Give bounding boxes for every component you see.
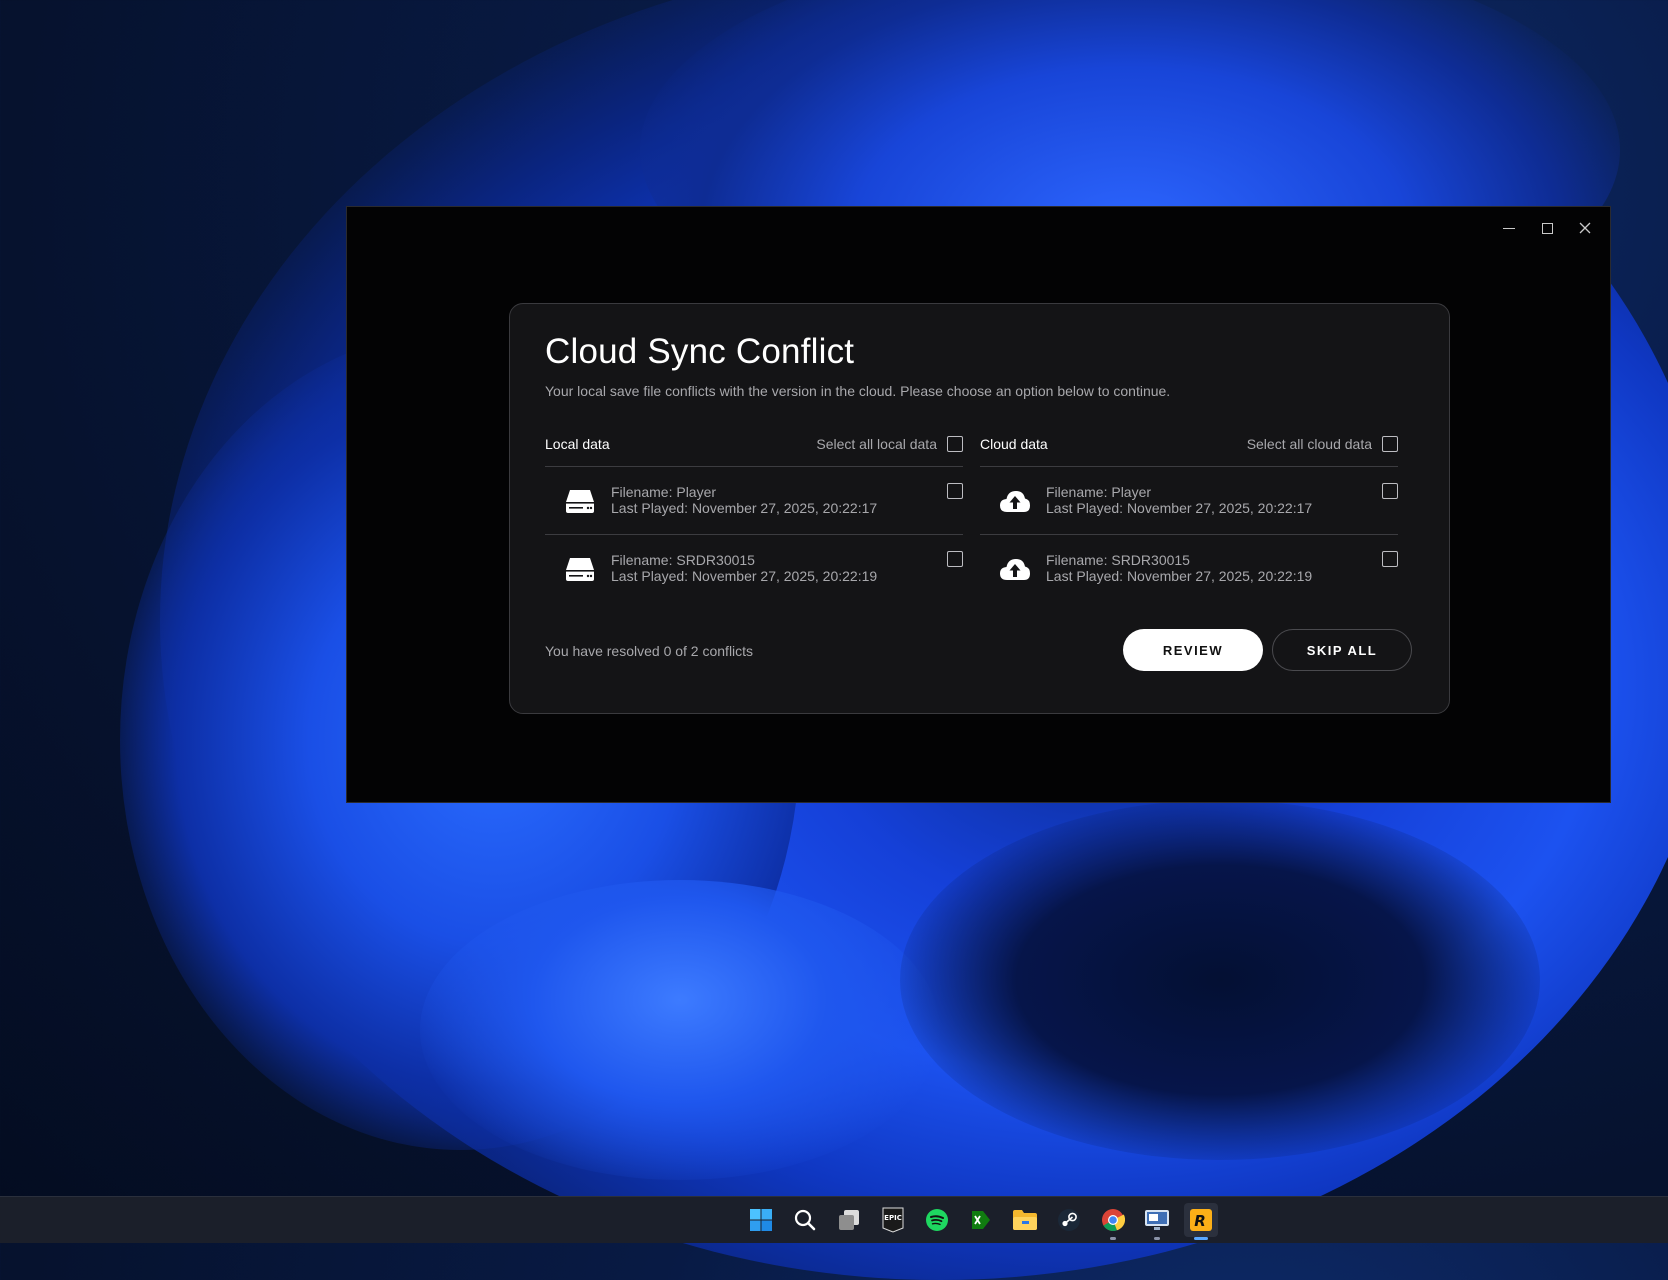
wallpaper-bloom [420, 880, 940, 1180]
cloud-row[interactable]: Filename: Player Last Played: November 2… [980, 467, 1398, 535]
cloud-sync-dialog: Cloud Sync Conflict Your local save file… [509, 303, 1450, 714]
local-data-header: Local data Select all local data [545, 430, 963, 467]
resolved-status: You have resolved 0 of 2 conflicts [545, 643, 754, 659]
epic-games-button[interactable]: EPIC [876, 1203, 910, 1237]
close-button[interactable] [1566, 211, 1604, 245]
chrome-button[interactable] [1096, 1203, 1130, 1240]
local-last-played: Last Played: November 27, 2025, 20:22:17 [611, 499, 878, 516]
wallpaper-bloom [900, 800, 1540, 1160]
cloud-row[interactable]: Filename: SRDR30015 Last Played: Novembe… [980, 535, 1398, 602]
cloud-data-column: Cloud data Select all cloud data Filenam… [980, 430, 1398, 602]
steam-button[interactable] [1052, 1203, 1086, 1237]
local-filename: Filename: SRDR30015 [611, 551, 755, 568]
cloud-row-checkbox[interactable] [1382, 483, 1398, 499]
minimize-button[interactable] [1490, 211, 1528, 245]
maximize-icon [1541, 222, 1553, 234]
taskbar-icons: EPIC R [744, 1197, 1218, 1243]
spotify-button[interactable] [920, 1203, 954, 1237]
cloud-row-checkbox[interactable] [1382, 551, 1398, 567]
svg-text:R: R [1194, 1212, 1206, 1230]
cloud-filename: Filename: SRDR30015 [1046, 551, 1190, 568]
local-row-checkbox[interactable] [947, 483, 963, 499]
cloud-last-played: Last Played: November 27, 2025, 20:22:19 [1046, 567, 1313, 584]
xbox-game-bar-button[interactable] [964, 1203, 998, 1237]
hard-drive-icon [566, 557, 594, 581]
local-row-checkbox[interactable] [947, 551, 963, 567]
select-all-local[interactable]: Select all local data [816, 436, 963, 452]
review-button[interactable]: REVIEW [1123, 629, 1263, 671]
file-explorer-icon [1013, 1210, 1037, 1230]
select-all-cloud-checkbox[interactable] [1382, 436, 1398, 452]
start-button[interactable] [744, 1203, 778, 1237]
maximize-button[interactable] [1528, 211, 1566, 245]
dialog-subtitle: Your local save file conflicts with the … [545, 383, 1171, 399]
cloud-upload-icon [1000, 558, 1030, 580]
spotify-icon [926, 1209, 948, 1231]
search-button[interactable] [788, 1203, 822, 1237]
close-icon [1579, 222, 1591, 234]
steam-icon [1058, 1209, 1080, 1231]
skip-all-button[interactable]: SKIP ALL [1272, 629, 1412, 671]
svg-text:EPIC: EPIC [884, 1214, 902, 1222]
select-all-local-checkbox[interactable] [947, 436, 963, 452]
local-last-played: Last Played: November 27, 2025, 20:22:19 [611, 567, 878, 584]
cloud-upload-icon [1000, 490, 1030, 512]
cloud-data-header: Cloud data Select all cloud data [980, 430, 1398, 467]
xbox-game-bar-icon [972, 1211, 990, 1229]
remote-desktop-icon [1145, 1210, 1169, 1230]
local-filename: Filename: Player [611, 483, 717, 500]
windows-start-icon [750, 1209, 772, 1231]
hard-drive-icon [566, 489, 594, 513]
chrome-icon [1102, 1209, 1125, 1231]
window-controls [1490, 211, 1604, 245]
file-explorer-button[interactable] [1008, 1203, 1042, 1237]
cloud-last-played: Last Played: November 27, 2025, 20:22:17 [1046, 499, 1313, 516]
local-row[interactable]: Filename: SRDR30015 Last Played: Novembe… [545, 535, 963, 602]
app-window: Cloud Sync Conflict Your local save file… [346, 206, 1611, 803]
task-view-icon [839, 1210, 859, 1230]
rockstar-launcher-icon: R [1190, 1209, 1212, 1231]
search-icon [794, 1209, 816, 1231]
local-row[interactable]: Filename: Player Last Played: November 2… [545, 467, 963, 535]
rockstar-launcher-button[interactable]: R [1184, 1203, 1218, 1240]
minimize-icon [1503, 227, 1515, 229]
taskbar: EPIC R [0, 1196, 1668, 1243]
remote-desktop-button[interactable] [1140, 1203, 1174, 1240]
epic-games-icon: EPIC [882, 1207, 904, 1233]
local-data-column: Local data Select all local data Filenam… [545, 430, 963, 602]
local-data-title: Local data [545, 436, 610, 452]
cloud-data-title: Cloud data [980, 436, 1048, 452]
select-all-local-label: Select all local data [816, 436, 937, 452]
task-view-button[interactable] [832, 1203, 866, 1237]
dialog-title: Cloud Sync Conflict [545, 332, 855, 371]
select-all-cloud[interactable]: Select all cloud data [1247, 436, 1398, 452]
cloud-filename: Filename: Player [1046, 483, 1152, 500]
select-all-cloud-label: Select all cloud data [1246, 436, 1372, 452]
